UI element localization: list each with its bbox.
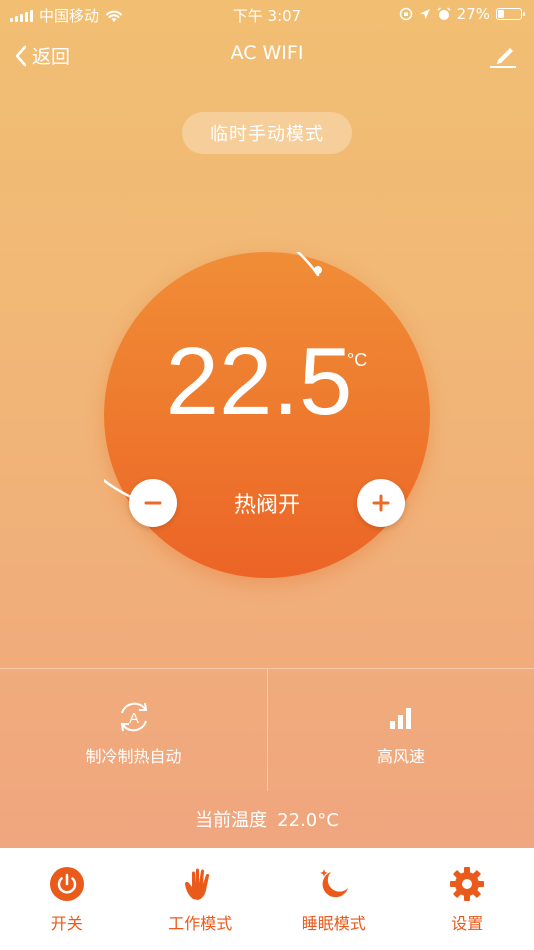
tab-power[interactable]: 开关: [0, 848, 134, 950]
moon-icon: [319, 869, 348, 898]
battery-percent: 27%: [456, 5, 490, 23]
temperature-value: 22.5: [165, 328, 353, 435]
alarm-icon: [437, 7, 451, 20]
mode-pill: 临时手动模式: [182, 112, 352, 154]
hand-icon: [185, 868, 210, 900]
ac-mode-label: 制冷制热自动: [85, 747, 182, 766]
current-temp-value: 22.0°C: [277, 810, 339, 831]
svg-text:A: A: [128, 710, 138, 727]
tab-sleep-mode[interactable]: 睡眠模式: [267, 848, 401, 950]
edit-icon[interactable]: [488, 40, 518, 70]
orientation-lock-icon: [399, 7, 412, 21]
decrease-temp-button[interactable]: [129, 479, 177, 527]
tab-settings[interactable]: 设置: [401, 848, 534, 950]
temperature-display: 22.5: [104, 334, 430, 430]
bottom-tab-bar: 开关 工作模式 睡眠模式 设置: [0, 848, 534, 950]
info-row: A 制冷制热自动 高风速: [0, 668, 534, 791]
power-icon: [49, 867, 84, 901]
tab-work-mode-label: 工作模式: [168, 914, 233, 933]
status-right: 27%: [399, 5, 525, 23]
current-temp-label: 当前温度: [195, 810, 268, 831]
minus-icon: [144, 501, 162, 505]
battery-icon: [496, 8, 525, 20]
thermostat-dial: 22.5 °C 热阀开: [104, 252, 430, 578]
location-icon: [419, 9, 430, 19]
increase-temp-button[interactable]: [357, 479, 405, 527]
tab-power-label: 开关: [50, 914, 83, 933]
current-temperature: 当前温度 22.0°C: [0, 806, 534, 832]
temperature-unit: °C: [347, 350, 368, 370]
gear-icon: [450, 867, 485, 901]
fan-speed-cell[interactable]: 高风速: [267, 669, 534, 791]
page-title: AC WIFI: [230, 42, 304, 64]
fan-speed-label: 高风速: [376, 747, 425, 766]
auto-mode-icon: A: [120, 702, 147, 732]
status-bar: 中国移动 下午 3:07 27%: [0, 0, 534, 28]
ac-mode-cell[interactable]: A 制冷制热自动: [0, 669, 267, 791]
tab-work-mode[interactable]: 工作模式: [134, 848, 268, 950]
plus-icon: [372, 494, 390, 512]
tab-settings-label: 设置: [451, 914, 484, 933]
nav-bar: 返回 AC WIFI: [0, 30, 534, 78]
fan-speed-icon: [390, 708, 411, 729]
dial-handle[interactable]: [314, 266, 322, 274]
tab-sleep-mode-label: 睡眠模式: [301, 914, 366, 933]
